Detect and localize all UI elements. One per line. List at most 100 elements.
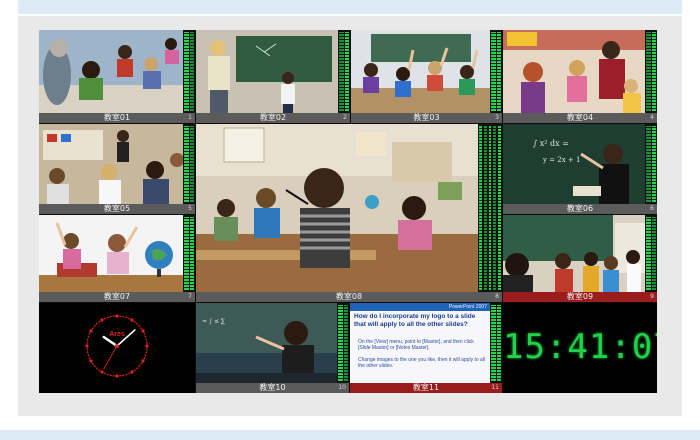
clock-minute-marker — [128, 372, 131, 375]
tile-classroom-03[interactable]: 教室03 3 — [351, 30, 502, 123]
classroom-02-feed — [196, 30, 338, 113]
svg-text:∫ x² dx =: ∫ x² dx = — [533, 139, 569, 148]
clock-hour-marker — [100, 318, 104, 322]
clock-minute-marker — [98, 320, 101, 323]
classroom-04-feed — [503, 30, 645, 113]
slide-header: PowerPoint 2007 — [448, 304, 487, 310]
slide-body-2: Change images to the one you like, then … — [358, 357, 486, 369]
clock-minute-marker — [103, 372, 106, 375]
clock-hour-marker — [115, 374, 119, 378]
clock-minute-marker — [91, 327, 94, 330]
clock-minute-marker — [91, 362, 94, 365]
clock-minute-marker — [140, 327, 143, 330]
clock-minute-marker — [138, 365, 141, 367]
clock-hour-marker — [145, 344, 149, 348]
audio-level-meter — [338, 305, 348, 381]
clock-minute-marker — [133, 369, 136, 372]
tile-label: 教室04 4 — [503, 113, 657, 123]
clock-minute-marker — [98, 369, 101, 372]
clock-minute-marker — [113, 315, 115, 317]
slide-title: How do I incorporate my logo to a slide … — [354, 313, 476, 328]
clock-minute-marker — [109, 315, 112, 318]
clock-minute-marker — [144, 354, 147, 357]
clock-minute-marker — [119, 315, 121, 317]
classroom-09-feed — [503, 215, 645, 292]
classroom-11-slide: PowerPoint 2007 How do I incorporate my … — [350, 303, 490, 383]
clock-hour-marker — [89, 359, 93, 363]
classroom-06-feed: ∫ x² dx = y = 2x + 1 — [503, 124, 645, 204]
analog-clock-tile: Ares — [39, 303, 195, 393]
audio-level-meter — [184, 217, 194, 290]
clock-minute-marker — [88, 357, 91, 360]
clock-minute-marker — [125, 373, 128, 376]
tile-label: 教室06 6 — [503, 204, 657, 214]
audio-level-meter — [479, 126, 501, 290]
tile-label-alert: 教室11 11 — [350, 383, 502, 393]
audio-level-meter — [491, 305, 501, 381]
slide-body-1: On the [View] menu, point to [Master], a… — [358, 339, 474, 351]
hour-hand — [102, 335, 119, 348]
audio-level-meter — [646, 126, 656, 202]
clock-minute-marker — [125, 316, 128, 319]
clock-minute-marker — [106, 373, 109, 376]
tile-classroom-02[interactable]: 教室02 2 — [196, 30, 350, 123]
audio-level-meter — [646, 32, 656, 111]
clock-minute-marker — [145, 338, 148, 341]
second-hand — [103, 345, 118, 370]
tile-classroom-08[interactable]: 教室08 8 — [196, 124, 502, 302]
audio-level-meter — [339, 32, 349, 111]
clock-hour-marker — [115, 314, 119, 318]
audio-level-meter — [184, 126, 194, 202]
clock-minute-marker — [122, 315, 125, 318]
tile-label: 教室05 5 — [39, 204, 195, 214]
svg-text:≈ ∫ ≤ ∑: ≈ ∫ ≤ ∑ — [202, 318, 225, 325]
clock-minute-marker — [119, 375, 121, 377]
clock-minute-marker — [133, 320, 136, 323]
svg-text:y = 2x + 1: y = 2x + 1 — [542, 156, 580, 164]
tile-classroom-05[interactable]: 教室05 5 — [39, 124, 195, 214]
clock-hour-marker — [100, 370, 104, 374]
clock-minute-marker — [96, 322, 98, 325]
tile-classroom-10[interactable]: ≈ ∫ ≤ ∑ 教室10 10 — [196, 303, 349, 393]
tile-label-alert: 教室09 9 — [503, 292, 657, 302]
clock-minute-marker — [87, 354, 90, 357]
tile-classroom-11[interactable]: PowerPoint 2007 How do I incorporate my … — [350, 303, 502, 393]
tile-classroom-04[interactable]: 教室04 4 — [503, 30, 657, 123]
analog-clock — [85, 314, 149, 378]
clock-hour-marker — [130, 370, 134, 374]
bottom-band — [0, 430, 700, 440]
tile-classroom-07[interactable]: 教室07 7 — [39, 215, 195, 302]
tile-label: 教室03 3 — [351, 113, 502, 123]
tile-label: 教室01 1 — [39, 113, 195, 123]
clock-minute-marker — [138, 325, 141, 327]
audio-level-meter — [184, 32, 194, 111]
classroom-03-feed — [351, 30, 490, 113]
clock-minute-marker — [86, 348, 88, 350]
tile-label: 教室08 8 — [196, 292, 502, 302]
clock-minute-marker — [113, 375, 115, 377]
top-band — [18, 0, 682, 14]
tile-classroom-06[interactable]: ∫ x² dx = y = 2x + 1 教室06 6 — [503, 124, 657, 214]
tile-label: 教室10 10 — [196, 383, 349, 393]
clock-minute-marker — [122, 374, 125, 377]
audio-level-meter — [646, 217, 656, 290]
classroom-10-feed: ≈ ∫ ≤ ∑ — [196, 303, 337, 383]
clock-minute-marker — [143, 357, 146, 360]
digital-clock-tile: 15:41:07 — [503, 303, 657, 393]
clock-minute-marker — [103, 317, 106, 320]
clock-minute-marker — [86, 351, 89, 354]
classroom-07-feed — [39, 215, 183, 292]
video-wall: 教室01 1 教室02 2 教室03 3 教室04 4 教室05 5 教室08 … — [39, 30, 657, 393]
clock-minute-marker — [146, 348, 148, 350]
clock-minute-marker — [136, 367, 138, 370]
classroom-01-feed — [39, 30, 183, 113]
tile-label: 教室02 2 — [196, 113, 350, 123]
tile-classroom-01[interactable]: 教室01 1 — [39, 30, 195, 123]
digital-clock-time: 15:41:07 — [503, 327, 657, 367]
clock-hour-marker — [141, 359, 145, 363]
clock-minute-marker — [136, 322, 138, 325]
clock-brand-logo: Ares — [109, 331, 125, 338]
clock-minute-marker — [140, 362, 143, 365]
clock-minute-marker — [146, 342, 148, 344]
tile-classroom-09[interactable]: 教室09 9 — [503, 215, 657, 302]
